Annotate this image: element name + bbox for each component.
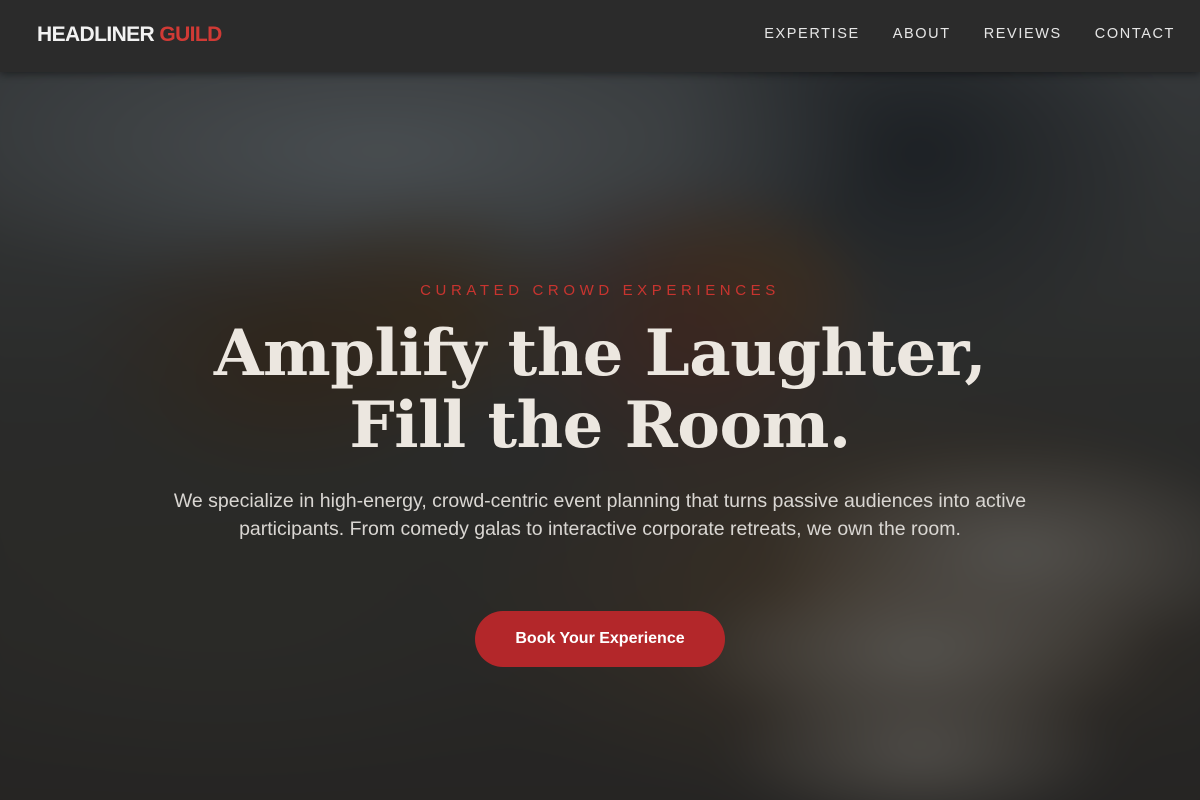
nav-link-reviews[interactable]: REVIEWS [984, 26, 1062, 42]
site-logo[interactable]: HEADLINER GUILD [37, 23, 222, 47]
hero-description: We specialize in high-energy, crowd-cent… [173, 490, 1027, 540]
hero-headline: Amplify the Laughter, Fill the Room. [100, 318, 1100, 462]
hero-headline-line-2: Fill the Room. [349, 388, 851, 463]
hero-content: CURATED CROWD EXPERIENCES Amplify the La… [0, 72, 1200, 800]
nav-link-expertise[interactable]: EXPERTISE [764, 26, 860, 42]
landing-page: HEADLINER GUILD EXPERTISE ABOUT REVIEWS … [0, 0, 1200, 800]
logo-accent-text: GUILD [159, 23, 222, 46]
nav-link-contact[interactable]: CONTACT [1095, 26, 1175, 42]
hero-headline-line-1: Amplify the Laughter, [213, 316, 987, 391]
site-header: HEADLINER GUILD EXPERTISE ABOUT REVIEWS … [0, 0, 1200, 72]
hero-eyebrow: CURATED CROWD EXPERIENCES [420, 282, 780, 299]
hero-section: CURATED CROWD EXPERIENCES Amplify the La… [0, 72, 1200, 800]
nav-link-about[interactable]: ABOUT [893, 26, 951, 42]
main-nav: EXPERTISE ABOUT REVIEWS CONTACT [764, 26, 1175, 42]
logo-primary-text: HEADLINER [37, 23, 155, 46]
book-experience-button[interactable]: Book Your Experience [475, 611, 725, 667]
